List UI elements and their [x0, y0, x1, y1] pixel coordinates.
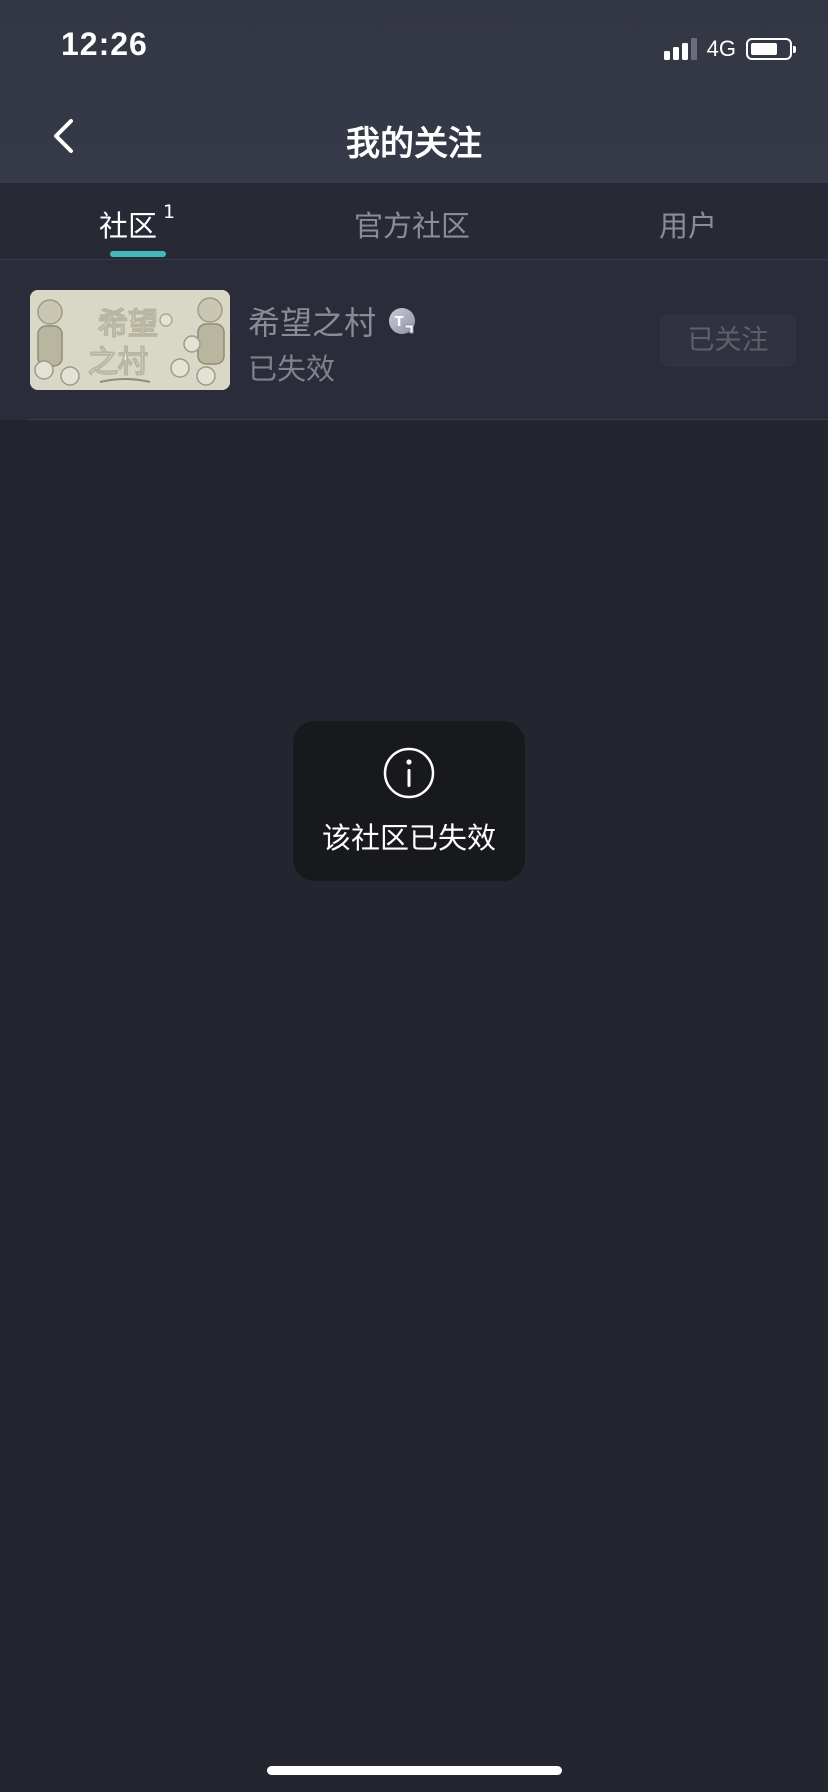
followed-button[interactable]: 已关注	[660, 315, 796, 367]
network-label: 4G	[706, 36, 736, 61]
tab-users[interactable]: 用户	[659, 203, 717, 245]
tab-active-indicator	[110, 251, 166, 257]
list-item[interactable]: 希望 之村 希望之村 T 已失效 已关注	[0, 260, 828, 420]
community-name-label: 希望之村	[248, 304, 377, 342]
community-thumbnail: 希望 之村	[30, 290, 230, 390]
home-indicator[interactable]	[267, 1766, 562, 1775]
tab-users-label: 用户	[659, 209, 718, 243]
tab-community[interactable]: 社区 1	[99, 201, 176, 245]
community-name: 希望之村 T	[248, 298, 416, 344]
status-time: 12:26	[61, 26, 148, 62]
svg-text:之村: 之村	[88, 345, 148, 380]
info-icon	[383, 747, 435, 799]
tab-community-count: 1	[163, 201, 176, 223]
community-status: 已失效	[248, 352, 336, 386]
header: 12:26 4G 我的关注	[0, 0, 828, 183]
tab-bar: 社区 1 官方社区 用户	[0, 183, 828, 260]
tab-community-label: 社区	[99, 209, 158, 243]
toast: 该社区已失效	[293, 721, 525, 881]
toast-message: 该社区已失效	[321, 821, 496, 855]
svg-text:T: T	[395, 315, 404, 330]
tab-official-community-label: 官方社区	[354, 209, 471, 243]
divider	[28, 419, 828, 420]
page-title: 我的关注	[346, 124, 482, 164]
svg-text:希望: 希望	[98, 307, 158, 342]
page: 12:26 4G 我的关注 社区 1 官方社区 用户 希望 之村 希望之村 T …	[0, 0, 828, 1792]
tab-official-community[interactable]: 官方社区	[354, 203, 470, 245]
signal-icon	[663, 38, 697, 60]
status-indicators: 4G	[663, 36, 796, 62]
battery-icon	[746, 38, 796, 60]
community-tag-icon: T	[389, 308, 416, 334]
